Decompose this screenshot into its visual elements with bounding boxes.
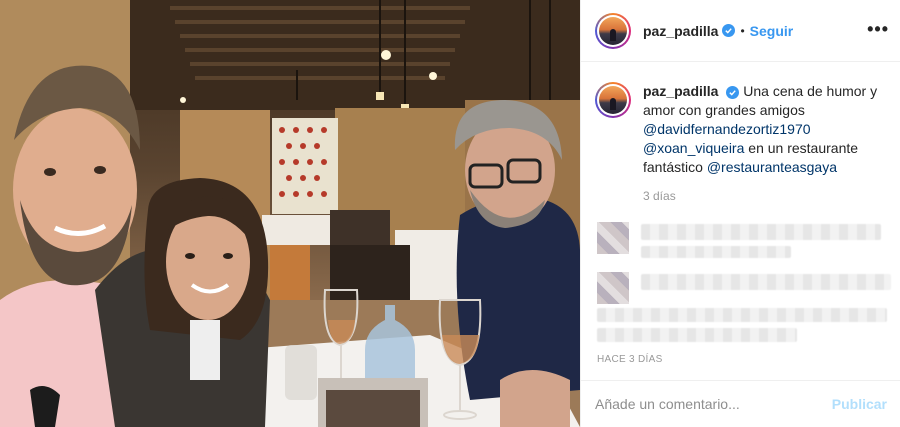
comment-bar: Publicar — [581, 380, 900, 427]
mention-link[interactable]: @restauranteasgaya — [707, 159, 837, 175]
verified-badge-icon — [722, 24, 736, 37]
post-header: paz_padilla • Seguir ••• — [581, 0, 900, 62]
blurred-comment-text — [641, 224, 881, 240]
avatar — [599, 16, 627, 45]
profile-avatar-ring[interactable] — [595, 12, 631, 49]
post-photo[interactable] — [0, 0, 580, 427]
post-date[interactable]: HACE 3 DÍAS — [597, 354, 663, 365]
comment-input[interactable] — [595, 396, 832, 412]
blurred-comment-text — [641, 246, 791, 258]
mention-link[interactable]: @davidfernandezortiz1970 — [643, 121, 811, 137]
post-side-panel: paz_padilla • Seguir ••• paz_padilla Una… — [580, 0, 900, 427]
more-options-icon[interactable]: ••• — [867, 20, 889, 38]
blurred-comment-text — [641, 274, 891, 290]
blurred-comment-avatar — [597, 222, 629, 254]
blurred-comment-text — [597, 308, 887, 322]
photo-illustration — [0, 0, 580, 427]
blurred-comment-text — [597, 328, 797, 342]
caption-username-link[interactable]: paz_padilla — [643, 83, 718, 99]
caption-text: paz_padilla Una cena de humor y amor con… — [643, 82, 888, 206]
avatar — [599, 86, 627, 114]
mention-link[interactable]: @xoan_viqueira — [643, 140, 744, 156]
separator-dot: • — [740, 23, 745, 38]
caption-avatar-ring[interactable] — [595, 82, 631, 118]
verified-badge-icon — [726, 86, 740, 99]
publish-button[interactable]: Publicar — [832, 396, 887, 412]
username-link[interactable]: paz_padilla — [643, 23, 718, 39]
caption-block: paz_padilla Una cena de humor y amor con… — [595, 82, 895, 206]
follow-button[interactable]: Seguir — [750, 23, 794, 39]
caption-timestamp[interactable]: 3 días — [643, 187, 888, 206]
blurred-comment-avatar — [597, 272, 629, 304]
